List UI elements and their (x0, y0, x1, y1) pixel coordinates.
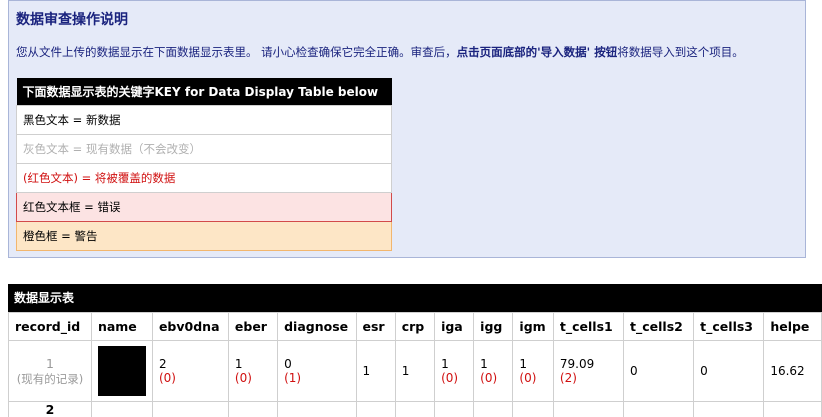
record-existing-note: (现有的记录) (16, 371, 84, 386)
key-warning: 橙色框 = 警告 (16, 221, 392, 251)
record-id-value: 1 (46, 355, 54, 371)
cell-iga: 1 (0) (434, 340, 475, 402)
cell-igm: 1 (0) (512, 340, 554, 402)
instructions-text-bold: 点击页面底部的'导入数据' 按钮 (456, 45, 618, 59)
redacted-name (97, 346, 146, 396)
col-igg: igg (473, 312, 514, 341)
col-record-id: record_id (8, 312, 92, 341)
key-table-header: 下面数据显示表的关键字KEY for Data Display Table be… (16, 78, 392, 106)
instructions-text: 您从文件上传的数据显示在下面数据显示表里。 请小心检查确保它完全正确。审查后，点… (16, 44, 800, 60)
old-value: (0) (234, 371, 252, 385)
col-crp: crp (394, 312, 436, 341)
col-iga: iga (434, 312, 475, 341)
col-t-cells2: t_cells2 (623, 312, 695, 341)
col-t-cells1: t_cells1 (552, 312, 625, 341)
instructions-title: 数据审查操作说明 (16, 12, 128, 28)
col-diagnose: diagnose (277, 312, 357, 341)
col-igm: igm (512, 312, 554, 341)
col-eber: eber (227, 312, 279, 341)
old-value: (1) (284, 371, 302, 385)
key-error: 红色文本框 = 错误 (16, 192, 392, 222)
new-value: 2 (158, 357, 167, 371)
new-value: 0 (284, 357, 292, 371)
old-value: (0) (158, 371, 176, 385)
new-value: 1 (519, 357, 528, 371)
new-value: 1 (441, 357, 449, 371)
cell-t-cells2: 0 (623, 340, 695, 402)
instructions-text-end: 将数据导入到这个项目。 (617, 45, 744, 59)
instructions-text-plain: 您从文件上传的数据显示在下面数据显示表里。 请小心检查确保它完全正确。审查后， (16, 45, 457, 59)
data-display-section: 数据显示表 record_id name ebv0dna eber diagno… (8, 284, 822, 417)
key-new-data: 黑色文本 = 新数据 (16, 105, 392, 135)
new-value: 1 (234, 357, 243, 371)
cell-igg: 1 (0) (473, 340, 514, 402)
old-value: (0) (519, 371, 537, 385)
table-header-row: record_id name ebv0dna eber diagnose esr… (8, 312, 822, 341)
cell-helpe: 16.62 (763, 340, 822, 402)
col-name: name (90, 312, 153, 341)
data-display-title: 数据显示表 (8, 284, 822, 312)
instructions-panel: 数据审查操作说明 您从文件上传的数据显示在下面数据显示表里。 请小心检查确保它完… (8, 0, 806, 258)
new-value: 1 (480, 357, 488, 371)
data-display-table: record_id name ebv0dna eber diagnose esr… (8, 312, 822, 417)
old-value: (0) (480, 371, 498, 385)
cell-esr: 1 (355, 340, 396, 402)
cell-diagnose: 0 (1) (277, 340, 357, 402)
cell-t-cells1: 79.09 (2) (552, 340, 625, 402)
key-table: 下面数据显示表的关键字KEY for Data Display Table be… (16, 78, 392, 251)
old-value: (2) (559, 371, 577, 385)
cell-record-id: 2 (8, 401, 92, 417)
cell-record-id: 1 (现有的记录) (8, 340, 92, 402)
key-overwritten-data: (红色文本) = 将被覆盖的数据 (16, 163, 392, 193)
col-esr: esr (355, 312, 396, 341)
col-helpe: helpe (763, 312, 822, 341)
col-t-cells3: t_cells3 (693, 312, 765, 341)
cell-crp: 1 (394, 340, 436, 402)
table-row: 1 (现有的记录) 2 (0) 1 (0) 0 (1) 1 1 1 (0) 1 … (8, 340, 822, 402)
cell-eber: 1 (0) (227, 340, 279, 402)
table-row: 2 (8, 401, 822, 417)
key-existing-data: 灰色文本 = 现有数据（不会改变） (16, 134, 392, 164)
cell-name (90, 340, 153, 402)
new-value: 79.09 (559, 357, 595, 371)
cell-ebv0dna: 2 (0) (151, 340, 229, 402)
col-ebv0dna: ebv0dna (151, 312, 229, 341)
old-value: (0) (441, 371, 459, 385)
cell-t-cells3: 0 (693, 340, 765, 402)
